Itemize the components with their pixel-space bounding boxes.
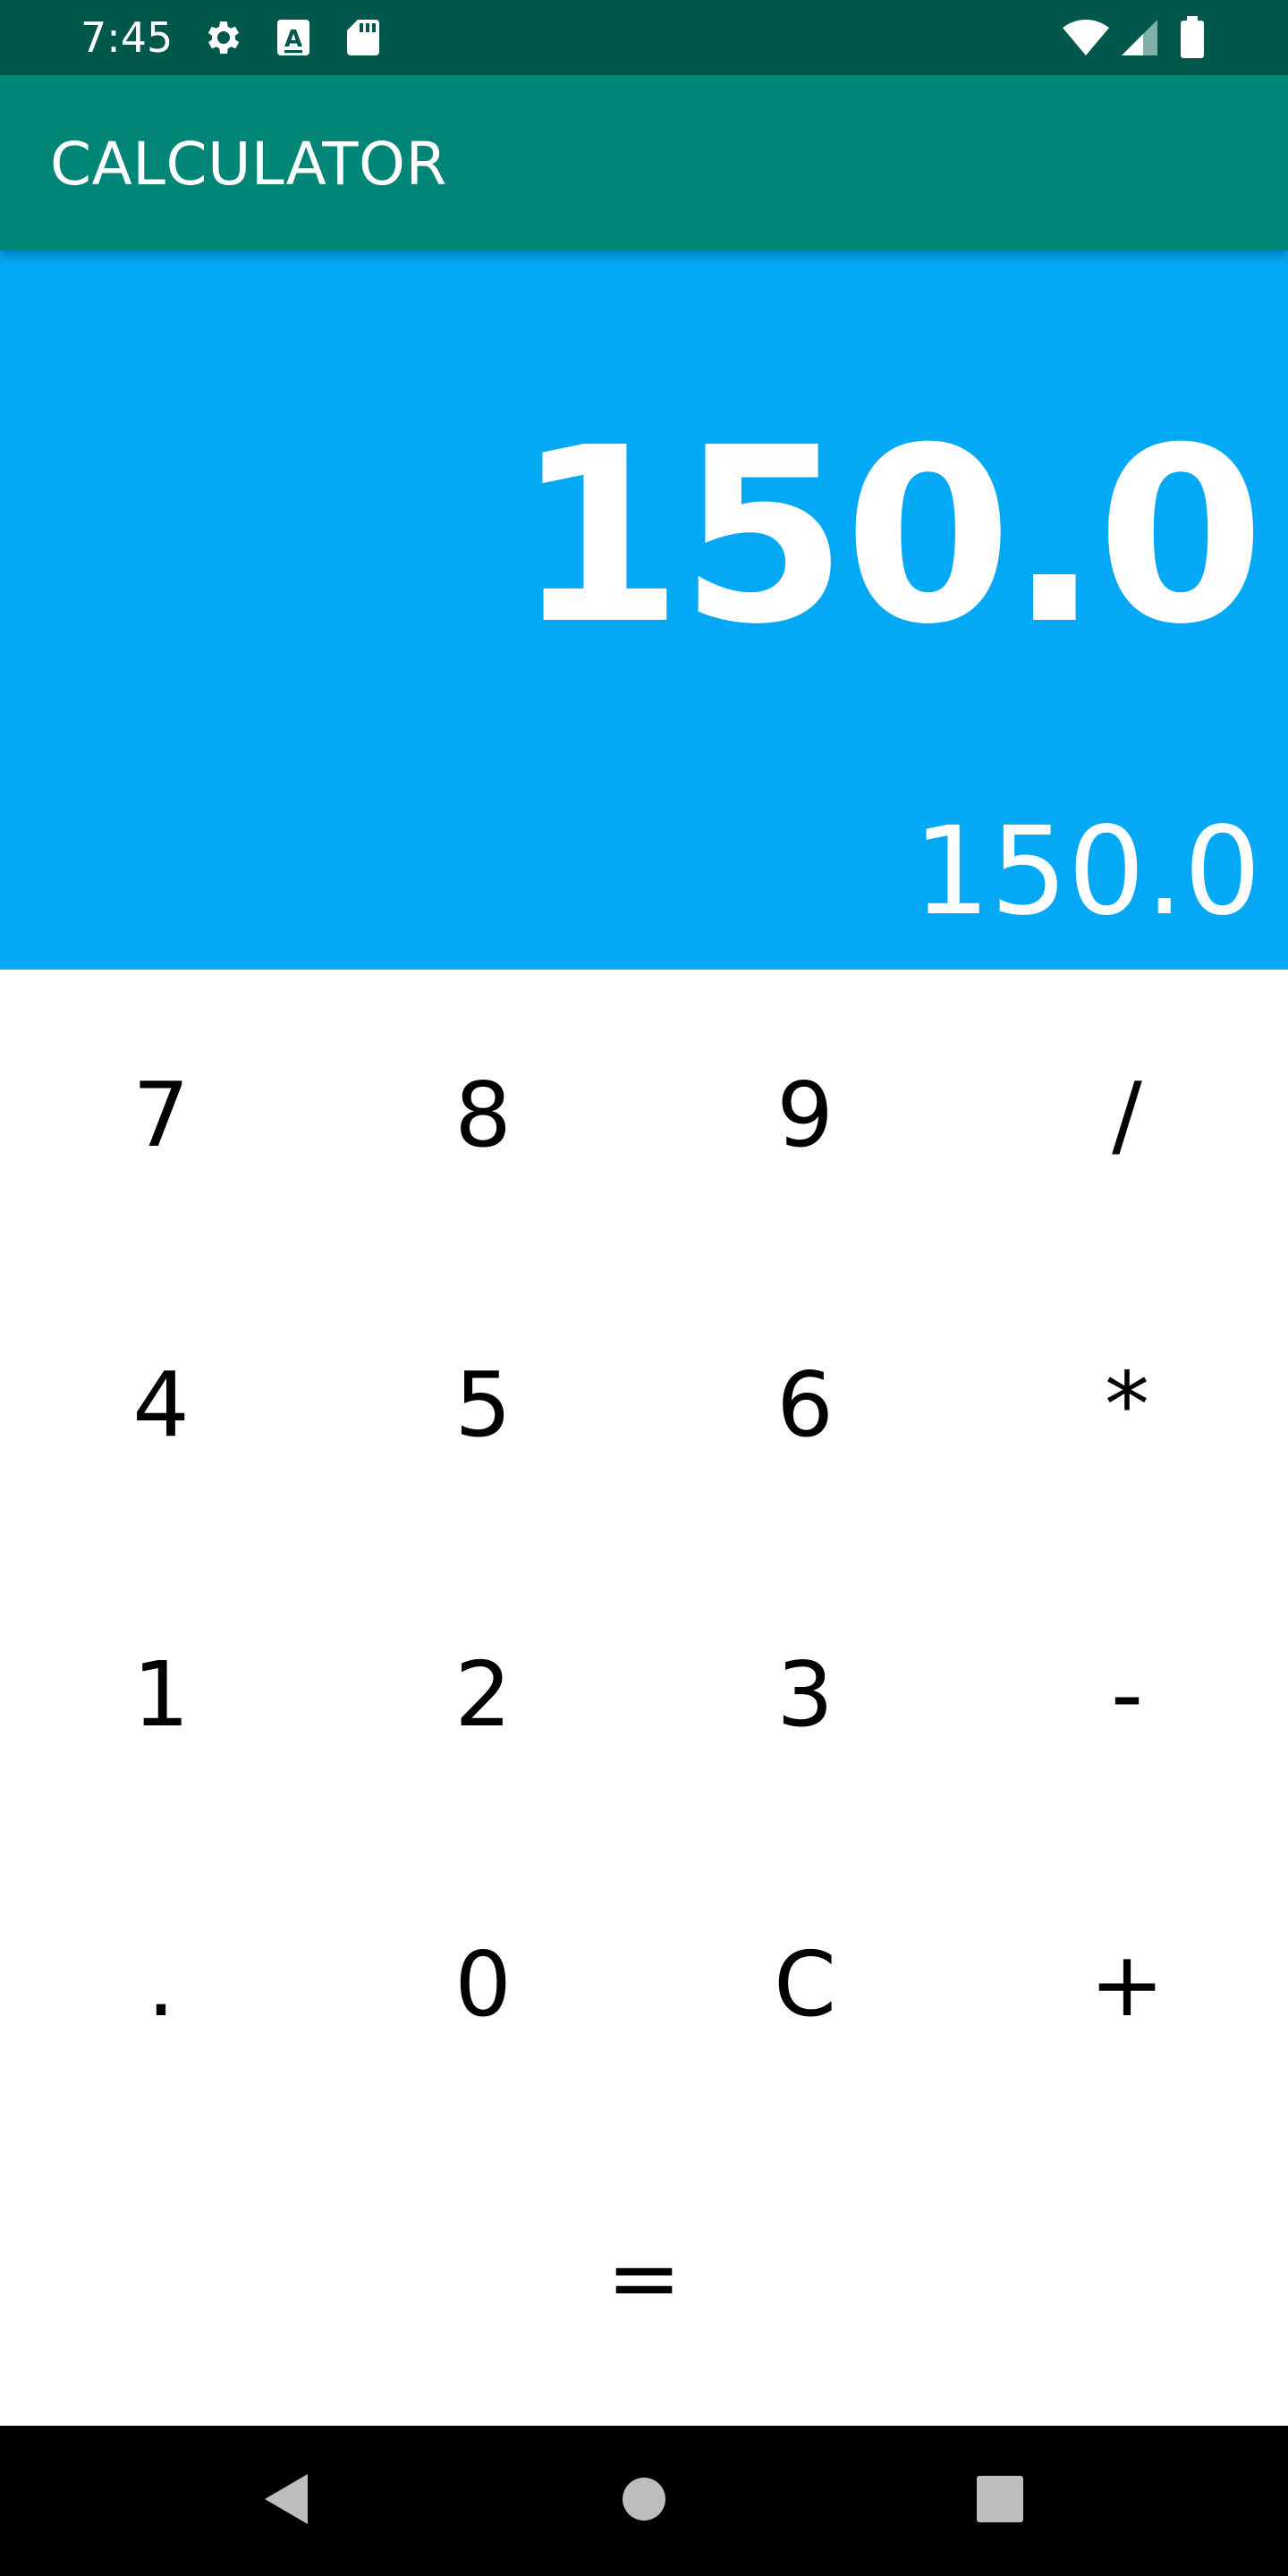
key-5[interactable]: 5	[322, 1259, 644, 1549]
sd-card-icon	[343, 16, 383, 59]
keypad: 7 8 9 / 4 5 6 * 1 2 3 - . 0 C + =	[0, 970, 1288, 2426]
text-a-icon: A	[274, 16, 313, 59]
key-2[interactable]: 2	[322, 1549, 644, 1839]
key-3[interactable]: 3	[644, 1549, 966, 1839]
battery-icon	[1179, 16, 1206, 59]
status-time: 7:45	[80, 13, 174, 62]
calculator-display: 150.0 150.0	[0, 250, 1288, 970]
key-multiply[interactable]: *	[966, 1259, 1288, 1549]
gear-icon	[202, 16, 245, 59]
expression-display: 150.0	[912, 801, 1261, 943]
wifi-icon	[1061, 16, 1111, 59]
key-7[interactable]: 7	[0, 970, 322, 1259]
recents-icon	[976, 2475, 1024, 2528]
key-decimal[interactable]: .	[0, 1839, 322, 2129]
key-0[interactable]: 0	[322, 1839, 644, 2129]
navigation-bar	[0, 2426, 1288, 2576]
app-bar: CALCULATOR	[0, 75, 1288, 250]
key-6[interactable]: 6	[644, 1259, 966, 1549]
app-title: CALCULATOR	[50, 130, 447, 199]
key-4[interactable]: 4	[0, 1259, 322, 1549]
key-1[interactable]: 1	[0, 1549, 322, 1839]
signal-icon	[1118, 16, 1159, 59]
key-divide[interactable]: /	[966, 970, 1288, 1259]
key-clear[interactable]: C	[644, 1839, 966, 2129]
key-8[interactable]: 8	[322, 970, 644, 1259]
key-equals[interactable]: =	[0, 2129, 1288, 2426]
key-add[interactable]: +	[966, 1839, 1288, 2129]
result-display: 150.0	[514, 395, 1265, 677]
back-button[interactable]	[197, 2426, 376, 2576]
svg-text:A: A	[284, 26, 302, 53]
back-icon	[259, 2470, 313, 2532]
status-bar: 7:45 A	[0, 0, 1288, 75]
recents-button[interactable]	[911, 2426, 1089, 2576]
key-subtract[interactable]: -	[966, 1549, 1288, 1839]
key-9[interactable]: 9	[644, 970, 966, 1259]
home-button[interactable]	[555, 2426, 733, 2576]
home-icon	[622, 2477, 666, 2526]
